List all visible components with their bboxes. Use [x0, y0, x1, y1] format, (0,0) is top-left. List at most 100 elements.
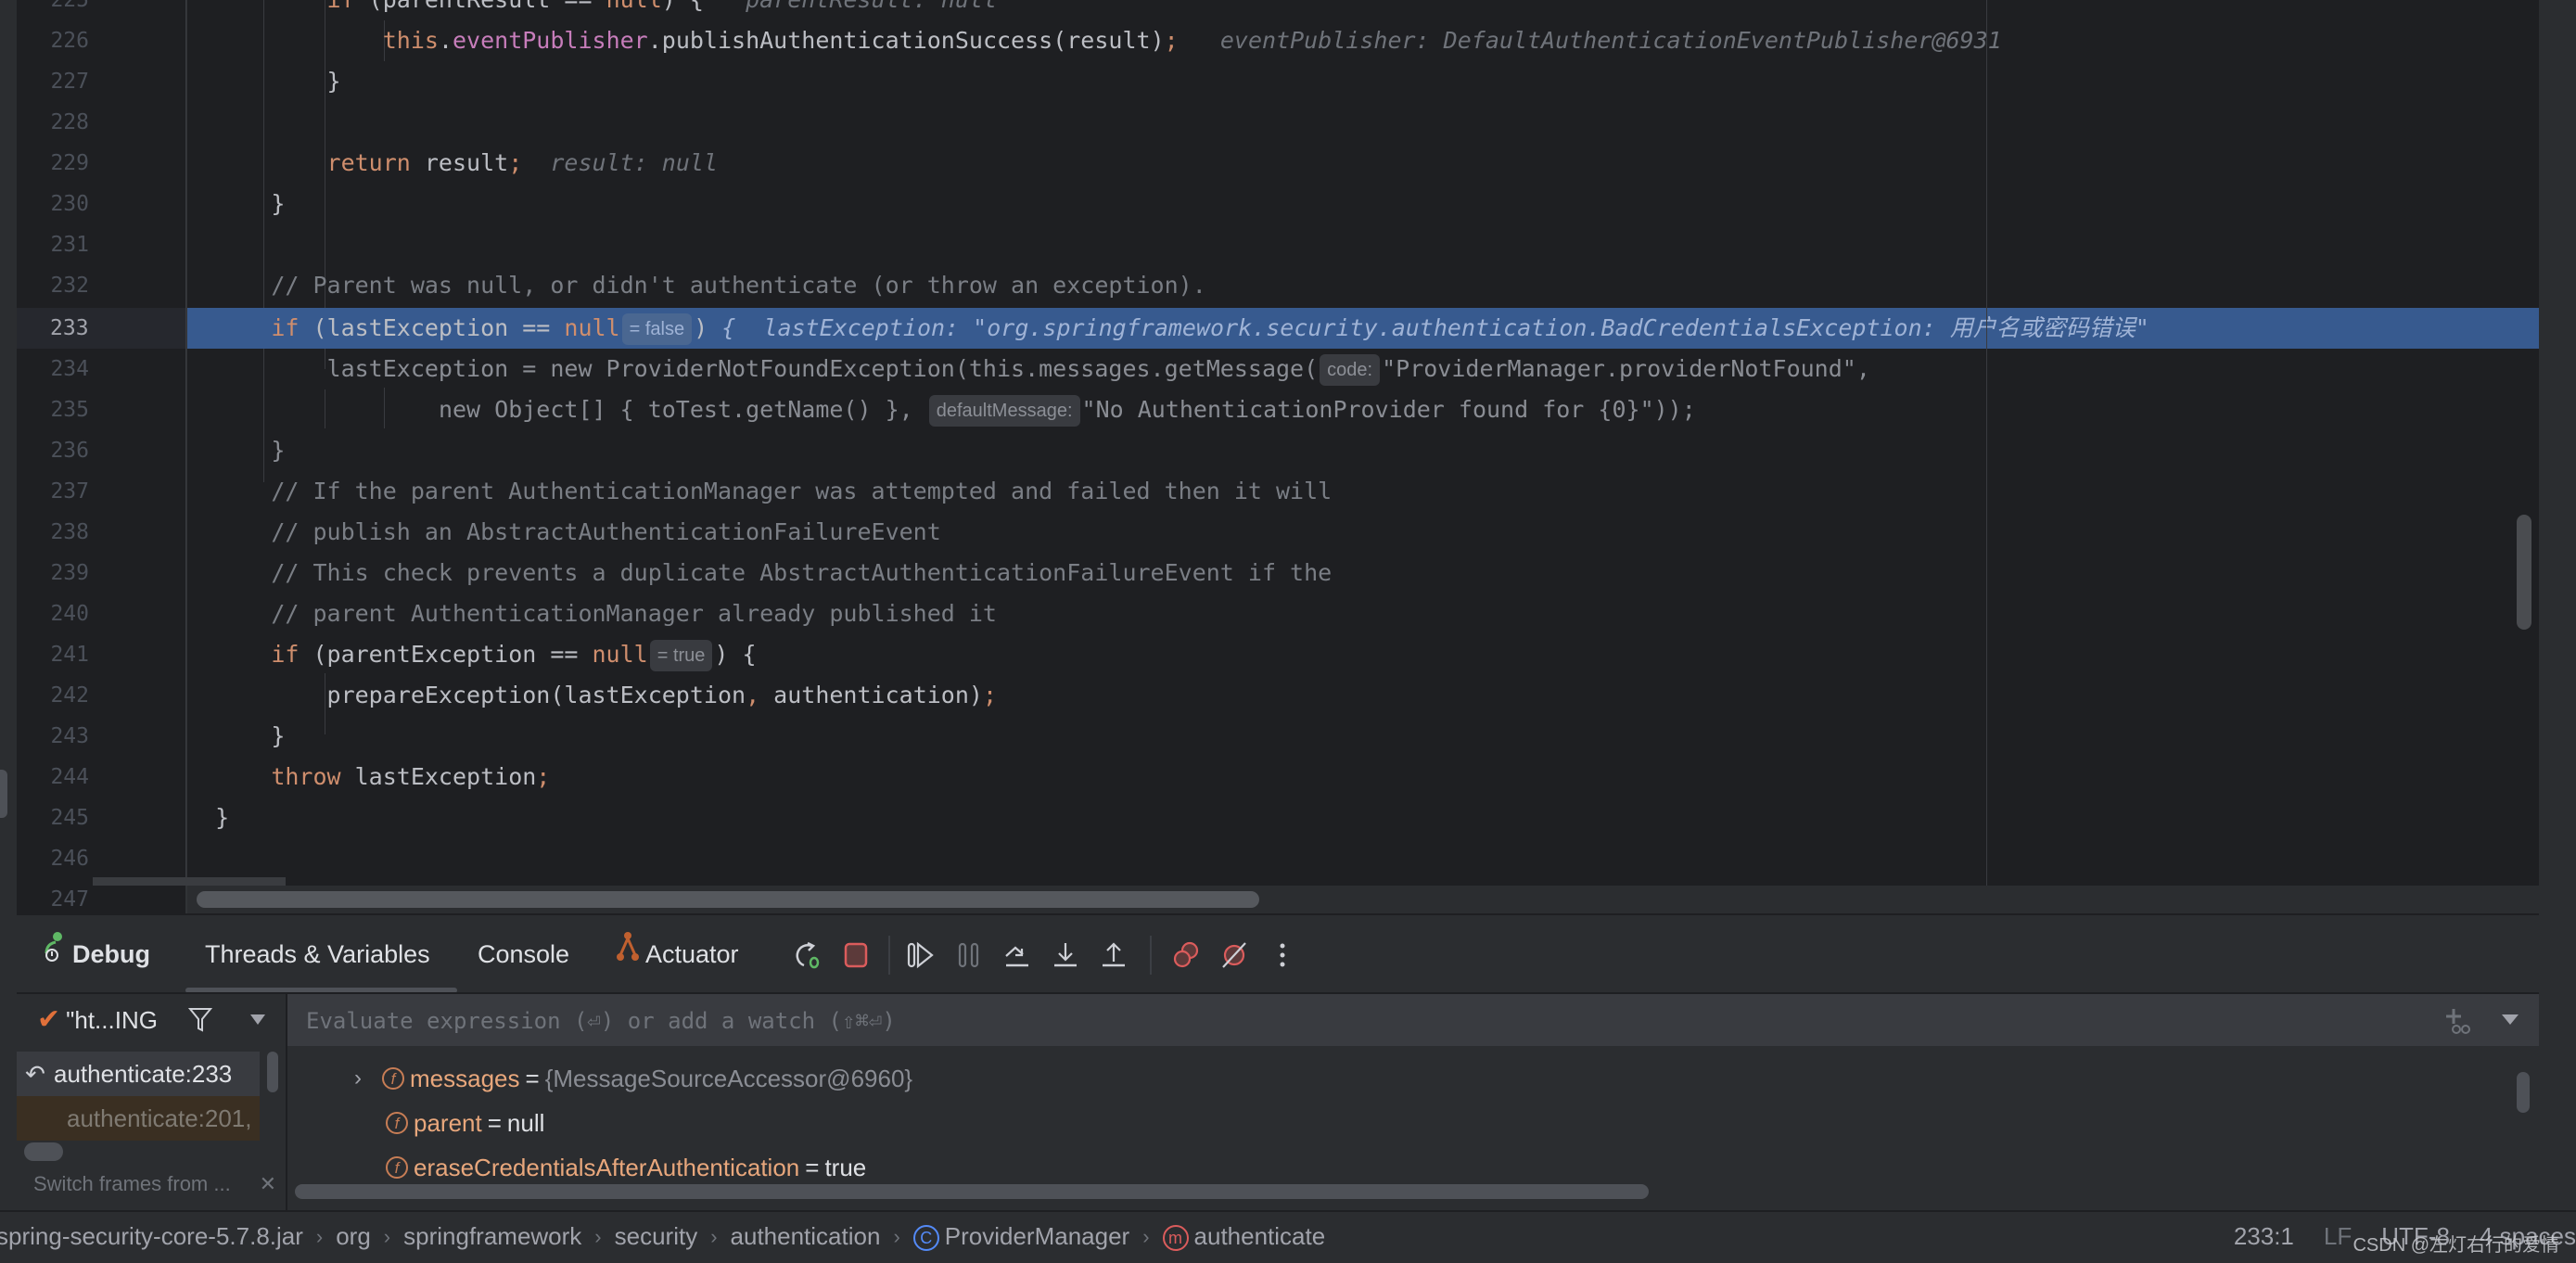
line-number[interactable]: 237 [17, 471, 89, 512]
line-number[interactable]: 243 [17, 716, 89, 757]
step-out-button[interactable] [1098, 939, 1129, 971]
code-line-242: prepareException(lastException, authenti… [326, 682, 998, 708]
line-number[interactable]: 231 [17, 224, 89, 265]
status-bar: spring-security-core-5.7.8.jar › org › spr… [0, 1210, 2576, 1263]
breadcrumb-item[interactable]: spring-security-core-5.7.8.jar [0, 1212, 303, 1261]
thread-dropdown-arrow[interactable] [250, 1014, 265, 1025]
right-margin-guide [1986, 0, 1987, 886]
line-number[interactable]: 236 [17, 430, 89, 471]
line-number[interactable]: 247 [17, 879, 89, 913]
breadcrumb-item[interactable]: security [615, 1212, 698, 1261]
line-number[interactable]: 246 [17, 838, 89, 879]
line-number[interactable]: 229 [17, 143, 89, 184]
thread-selector[interactable]: ✔ "ht...ING [37, 994, 158, 1046]
stop-icon [844, 942, 868, 968]
variable-row[interactable]: f eraseCredentialsAfterAuthentication = … [386, 1146, 866, 1189]
breadcrumb: spring-security-core-5.7.8.jar › org › spr… [0, 1212, 1325, 1261]
variables-horizontal-scrollbar[interactable] [295, 1184, 1649, 1199]
code-line-234: lastException = new ProviderNotFoundExce… [187, 349, 2539, 389]
breadcrumb-item[interactable]: springframework [403, 1212, 581, 1261]
line-number[interactable]: 226 [17, 20, 89, 61]
close-icon[interactable]: ✕ [260, 1172, 276, 1196]
view-breakpoints-button[interactable] [1170, 939, 1202, 971]
code-line-239: // This check prevents a duplicate Abstr… [271, 559, 1333, 586]
step-out-icon [1103, 942, 1125, 967]
step-over-button[interactable] [1001, 939, 1033, 971]
code-line-232: // Parent was null, or didn't authentica… [271, 272, 1206, 299]
inline-value-pill: = false [621, 313, 693, 345]
current-frame-icon: ↶ [25, 1060, 45, 1088]
watermark: CSDN @左灯右行的爱情 [2353, 1235, 2559, 1256]
line-number[interactable]: 234 [17, 349, 89, 389]
chevron-right-icon: › [383, 1225, 391, 1248]
sticky-scroll-bar [93, 877, 286, 886]
frames-horizontal-scrollbar[interactable] [24, 1142, 63, 1161]
line-number[interactable]: 232 [17, 265, 89, 306]
tab-actuator[interactable]: Actuator [616, 915, 739, 994]
caret-position[interactable]: 233:1 [2234, 1212, 2294, 1261]
variable-row[interactable]: f parent = null [386, 1102, 544, 1144]
add-watch-icon[interactable] [2444, 1007, 2470, 1040]
param-hint: code: [1320, 354, 1381, 386]
breadcrumb-item[interactable]: authentication [731, 1212, 881, 1261]
debug-icon [39, 915, 69, 994]
line-number[interactable]: 225 [17, 0, 89, 20]
inline-debug-value: lastException: "org.springframework.secu… [763, 314, 2149, 341]
code-editor[interactable]: 225 226 227 228 229 230 231 232 233 234 235 236 237 2… [17, 0, 2539, 913]
step-into-button[interactable] [1050, 939, 1081, 971]
frame-item[interactable]: authenticate:201, [17, 1096, 260, 1141]
line-number[interactable]: 238 [17, 512, 89, 553]
code-area[interactable]: if (parentResult == null) { parentResult… [185, 0, 2539, 913]
tab-debug[interactable]: Debug [39, 915, 150, 994]
frame-item-selected[interactable]: ↶ authenticate:233 [17, 1052, 260, 1096]
line-number[interactable]: 245 [17, 797, 89, 838]
resume-button[interactable] [905, 939, 937, 971]
breakpoints-icon [1173, 941, 1199, 968]
more-options-button[interactable] [1267, 939, 1298, 971]
horizontal-scrollbar-thumb[interactable] [197, 891, 1259, 908]
expand-chevron-icon[interactable]: › [354, 1057, 376, 1100]
stop-button[interactable] [840, 939, 872, 971]
code-line-240: // parent AuthenticationManager already … [271, 600, 997, 627]
breadcrumb-item-method[interactable]: m authenticate [1162, 1212, 1325, 1261]
line-ending[interactable]: LF [2324, 1212, 2352, 1261]
line-number-gutter: 225 226 227 228 229 230 231 232 233 234 235 236 237 2… [17, 0, 187, 913]
horizontal-scrollbar[interactable] [187, 886, 2539, 913]
line-number[interactable]: 244 [17, 757, 89, 797]
code-line-233-current: if (lastException == null = false) { last… [187, 308, 2539, 349]
variables-vertical-scrollbar[interactable] [2517, 1072, 2530, 1113]
line-number[interactable]: 235 [17, 389, 89, 430]
vertical-scrollbar-thumb[interactable] [2517, 515, 2531, 630]
evaluate-expression-input[interactable] [304, 994, 2348, 1048]
right-tool-strip [2539, 0, 2576, 1210]
line-number[interactable]: 240 [17, 593, 89, 634]
line-number[interactable]: 227 [17, 61, 89, 102]
left-strip-handle[interactable] [0, 770, 7, 818]
method-icon: m [1162, 1225, 1189, 1252]
equals-sign: = [805, 1154, 820, 1181]
line-number[interactable]: 230 [17, 184, 89, 224]
variables-panel: › f messages = {MessageSourceAccessor@69… [287, 1046, 2539, 1210]
tab-threads-variables[interactable]: Threads & Variables [205, 915, 430, 994]
variable-row[interactable]: › f messages = {MessageSourceAccessor@69… [354, 1057, 912, 1100]
line-number[interactable]: 239 [17, 553, 89, 593]
line-number[interactable]: 233 [17, 308, 185, 349]
mute-breakpoints-button[interactable] [1218, 939, 1250, 971]
rerun-debug-button[interactable] [792, 939, 823, 971]
code-line-236: } [271, 437, 286, 464]
line-number[interactable]: 242 [17, 675, 89, 716]
check-icon: ✔ [37, 1004, 61, 1035]
line-number[interactable]: 228 [17, 102, 89, 143]
tab-console[interactable]: Console [478, 915, 569, 994]
line-number[interactable]: 241 [17, 634, 89, 675]
breadcrumb-item-class[interactable]: C ProviderManager [912, 1212, 1129, 1261]
inline-value-pill: = true [649, 640, 713, 671]
rerun-icon [796, 941, 820, 969]
breadcrumb-item[interactable]: org [336, 1212, 371, 1261]
frames-vertical-scrollbar[interactable] [267, 1052, 278, 1092]
filter-icon[interactable] [187, 1006, 213, 1039]
more-vertical-icon [1280, 943, 1285, 967]
watches-dropdown-arrow[interactable] [2502, 1014, 2519, 1025]
pause-button[interactable] [953, 939, 985, 971]
